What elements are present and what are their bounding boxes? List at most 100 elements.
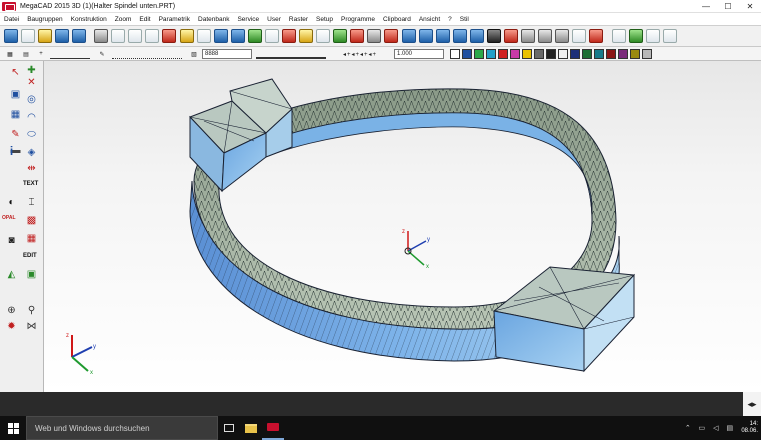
image-icon[interactable]: ▣	[24, 267, 39, 282]
taskbar-search[interactable]: Web und Windows durchsuchen	[26, 416, 218, 440]
grid-tool-icon[interactable]: ▦	[24, 231, 39, 246]
pen-icon[interactable]: ✎	[96, 49, 108, 59]
color-swatch-red[interactable]	[498, 49, 508, 59]
print-icon[interactable]	[94, 29, 108, 43]
menu-stil[interactable]: Stil	[456, 16, 473, 23]
paste-icon[interactable]	[145, 29, 159, 43]
zoom-field[interactable]: 1.000	[394, 49, 444, 59]
menu-zoom[interactable]: Zoom	[111, 16, 136, 23]
wireframe-view-icon[interactable]	[436, 29, 450, 43]
camera-icon[interactable]: ◙	[4, 233, 19, 248]
dimension-icon[interactable]	[333, 29, 347, 43]
arc-icon[interactable]: ◠	[24, 110, 39, 125]
line-color-icon[interactable]: ▤	[20, 49, 32, 59]
maximize-button[interactable]: ☐	[717, 0, 739, 13]
rectangle-icon[interactable]: ▦	[8, 107, 23, 122]
light-icon[interactable]	[504, 29, 518, 43]
render-icon[interactable]	[470, 29, 484, 43]
cross-line-icon[interactable]: ✕	[24, 75, 39, 90]
menu-user[interactable]: User	[263, 16, 285, 23]
color-wheel-icon[interactable]	[350, 29, 364, 43]
line-icon[interactable]: ▣	[8, 87, 23, 102]
color-swatch-white[interactable]	[450, 49, 460, 59]
undo-icon[interactable]	[214, 29, 228, 43]
circle-icon[interactable]: ◎	[24, 92, 39, 107]
gear-icon[interactable]: ✹	[4, 319, 19, 334]
text-tool-label[interactable]: TEXT	[23, 181, 38, 187]
menu-help[interactable]: ?	[444, 16, 456, 23]
pattern-tool-icon[interactable]: ▩	[24, 213, 39, 228]
start-button[interactable]	[0, 416, 26, 440]
menu-setup[interactable]: Setup	[312, 16, 337, 23]
material-icon[interactable]	[487, 29, 501, 43]
menu-datei[interactable]: Datei	[0, 16, 23, 23]
cylinder-3-icon[interactable]	[555, 29, 569, 43]
color-swatch-teal[interactable]	[594, 49, 604, 59]
settings-icon[interactable]	[629, 29, 643, 43]
hatch-tool-icon[interactable]: ⌶	[24, 195, 39, 210]
opal-label[interactable]: OPAL	[2, 215, 16, 221]
network-icon[interactable]: ▭	[696, 423, 707, 434]
select-arrow-icon[interactable]: ↖	[8, 65, 23, 80]
ellipse-icon[interactable]: ⬭	[24, 127, 39, 142]
cylinder-2-icon[interactable]	[538, 29, 552, 43]
opal-icon[interactable]	[589, 29, 603, 43]
snap-point-icon[interactable]	[248, 29, 262, 43]
delete-icon[interactable]	[162, 29, 176, 43]
library-icon[interactable]	[612, 29, 626, 43]
measure-icon[interactable]	[197, 29, 211, 43]
save-icon[interactable]	[55, 29, 69, 43]
menu-clipboard[interactable]: Clipboard	[379, 16, 415, 23]
save-as-icon[interactable]	[72, 29, 86, 43]
pencil-icon[interactable]	[180, 29, 194, 43]
taskbar-clock[interactable]: 14: 08.06.	[738, 421, 761, 435]
color-swatch-silver[interactable]	[642, 49, 652, 59]
menu-konstruktion[interactable]: Konstruktion	[67, 16, 111, 23]
color-swatch-darkgreen[interactable]	[582, 49, 592, 59]
tray-chevron-icon[interactable]: ⌃	[682, 423, 693, 434]
megacad-taskbar-icon[interactable]	[262, 416, 284, 440]
menu-programme[interactable]: Programme	[337, 16, 379, 23]
color-swatch-olive[interactable]	[630, 49, 640, 59]
3d-mode-icon[interactable]	[4, 29, 18, 43]
menu-service[interactable]: Service	[233, 16, 263, 23]
task-view-icon[interactable]	[218, 416, 240, 440]
menu-parametrik[interactable]: Parametrik	[155, 16, 194, 23]
edit-tool-label[interactable]: EDIT	[23, 253, 37, 259]
layer-icon[interactable]	[367, 29, 381, 43]
paint-icon[interactable]: ◭	[4, 267, 19, 282]
crosshair-icon[interactable]: ⊕	[4, 303, 19, 318]
color-swatch-green[interactable]	[474, 49, 484, 59]
menu-baugruppen[interactable]: Baugruppen	[23, 16, 66, 23]
minimize-button[interactable]: —	[695, 0, 717, 13]
color-swatch-yellow[interactable]	[522, 49, 532, 59]
hatch-icon[interactable]: ▧	[188, 49, 200, 59]
scroll-arrows-icon[interactable]: ◂▸	[743, 392, 761, 416]
mirror-icon[interactable]	[316, 29, 330, 43]
mount-block-right[interactable]	[492, 266, 636, 373]
color-swatch-navy[interactable]	[570, 49, 580, 59]
color-swatch-black[interactable]	[546, 49, 556, 59]
dimension-tool-icon[interactable]: ⇹	[24, 161, 39, 176]
hidden-line-icon[interactable]	[453, 29, 467, 43]
info-icon[interactable]: i	[4, 143, 19, 158]
file-explorer-icon[interactable]	[240, 416, 262, 440]
rotate-icon[interactable]	[299, 29, 313, 43]
group-icon[interactable]	[384, 29, 398, 43]
color-swatch-magenta[interactable]	[510, 49, 520, 59]
plus-icon[interactable]: +	[36, 49, 46, 59]
spline-icon[interactable]: ◈	[24, 145, 39, 160]
close-button[interactable]: ✕	[739, 0, 761, 13]
explode-icon[interactable]: ⋈	[24, 319, 39, 334]
line-type-icon[interactable]: ▦	[4, 49, 16, 59]
wrench-icon[interactable]: ⚲	[24, 303, 39, 318]
grid-snap-icon[interactable]	[265, 29, 279, 43]
menu-datenbank[interactable]: Datenbank	[194, 16, 233, 23]
pattern-field[interactable]: 8888	[202, 49, 252, 59]
draw-pen-icon[interactable]: ✎	[8, 127, 23, 142]
color-swatch-blue[interactable]	[462, 49, 472, 59]
move-icon[interactable]	[282, 29, 296, 43]
keyboard-icon[interactable]: ▤	[724, 423, 735, 434]
menu-edit[interactable]: Edit	[135, 16, 154, 23]
window-icon[interactable]	[663, 29, 677, 43]
